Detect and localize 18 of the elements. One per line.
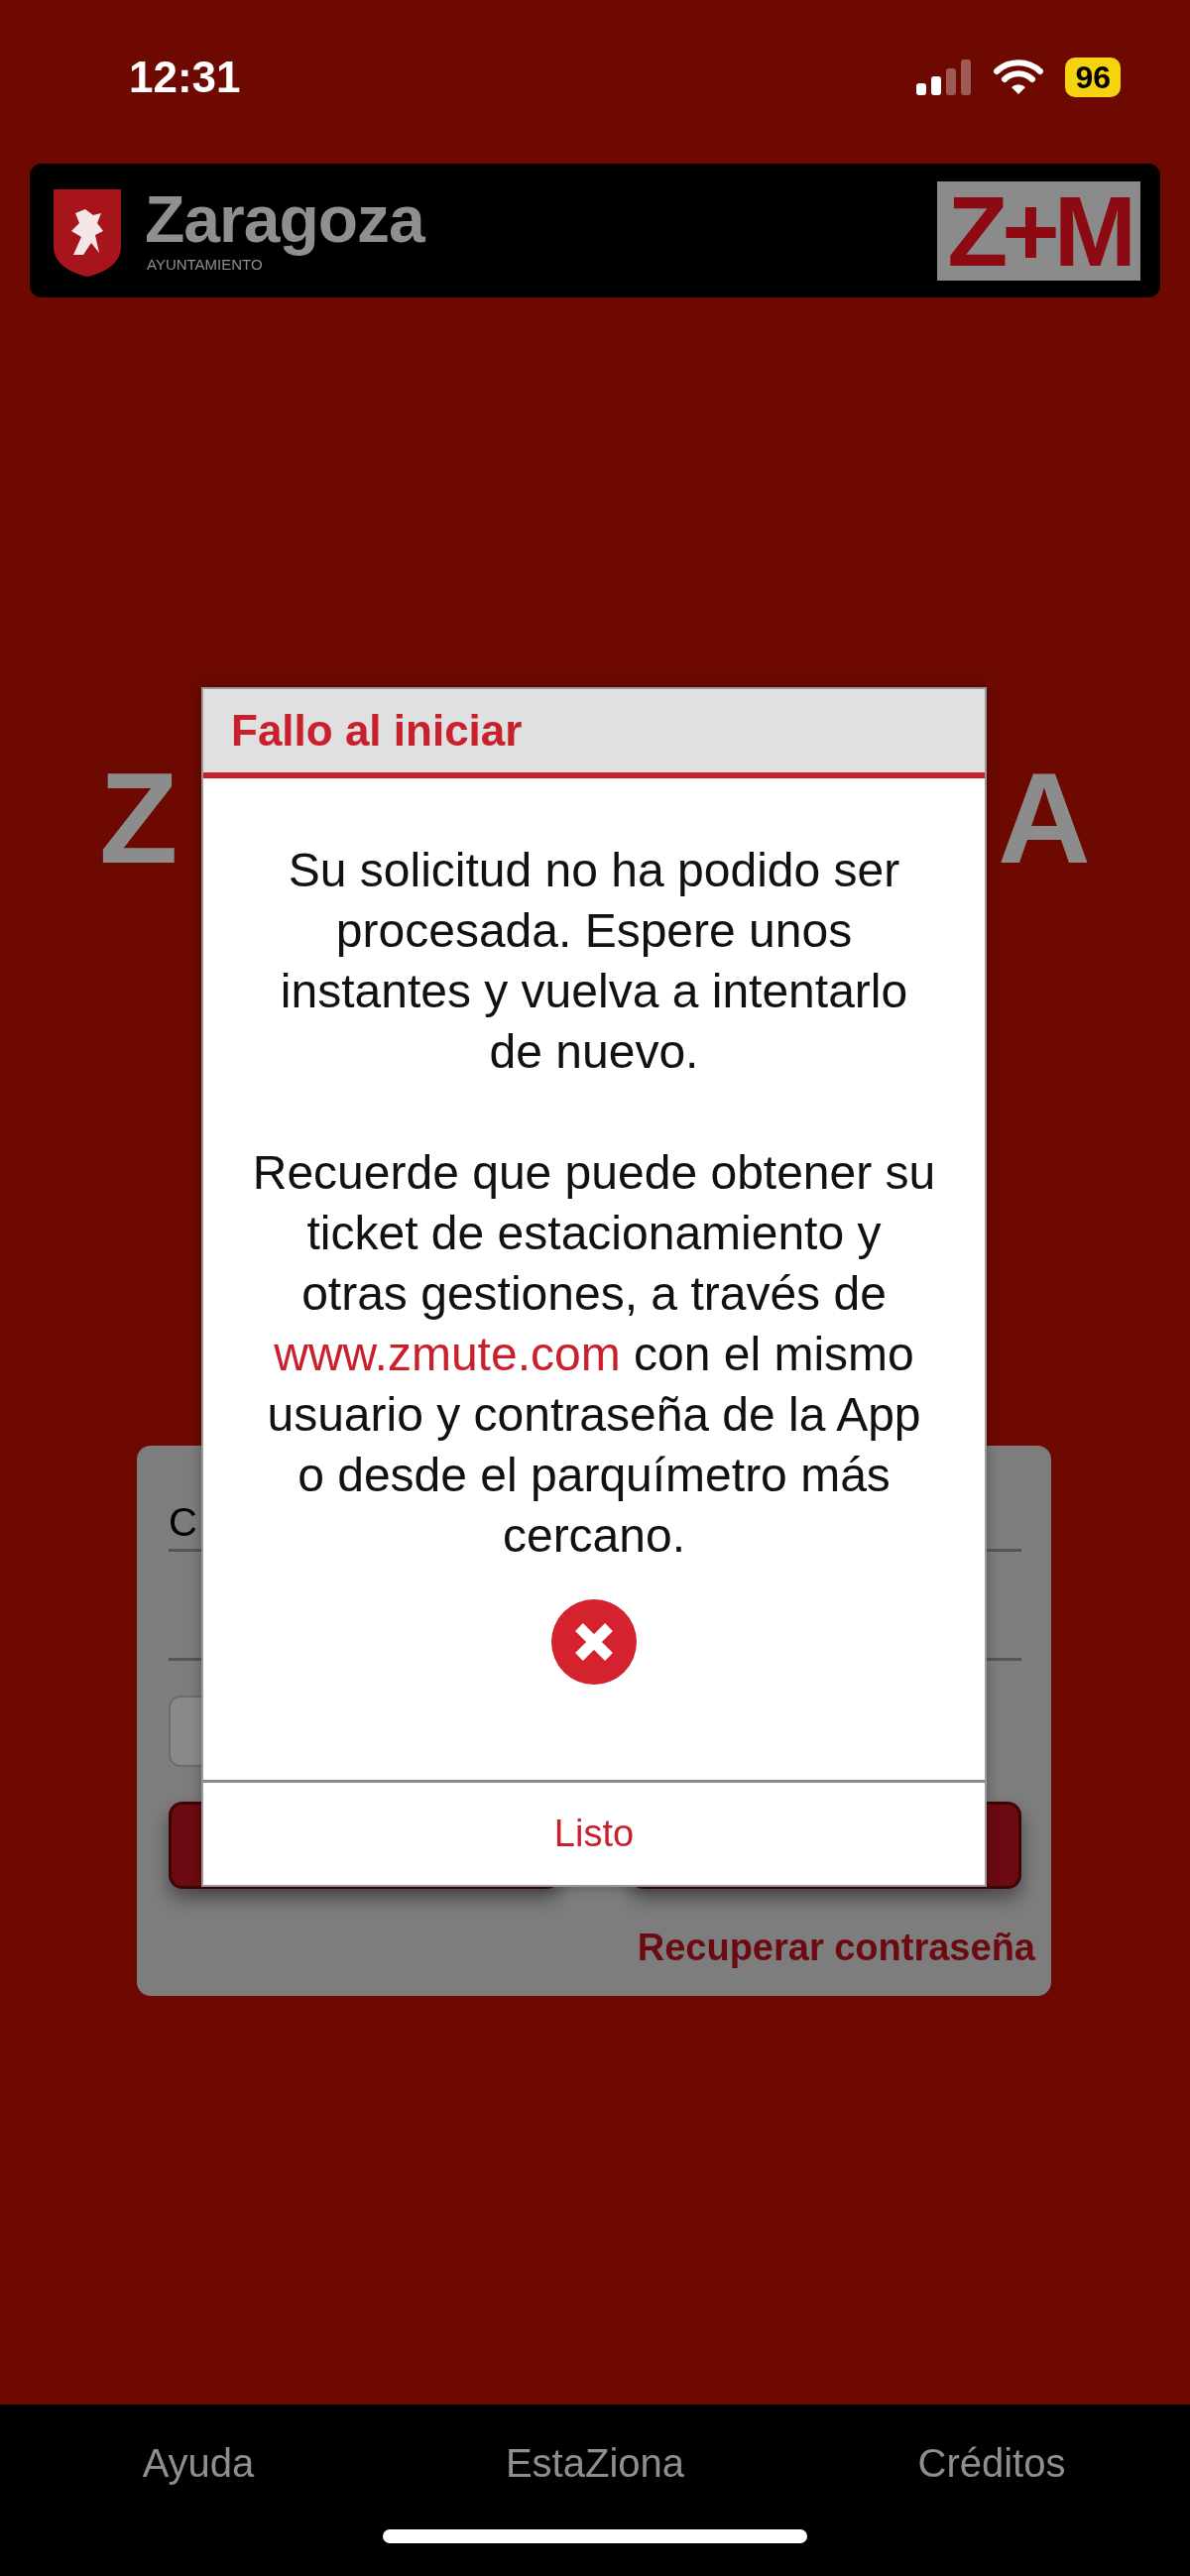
clock-time: 12:31 [129, 52, 241, 102]
tab-item[interactable]: Ayuda [0, 2440, 397, 2486]
logo-letter: A [998, 749, 1091, 887]
logo-letter: Z [99, 749, 178, 887]
tab-item[interactable]: Créditos [793, 2440, 1190, 2486]
info-message: Recuerde que puede obtener su ticket de estacionamiento y otras gestiones, a través de www.zmute.com con el mismo usuario y contraseña de la App o desde el parquímetro más cercano. [252, 1145, 936, 1564]
signal-icon [916, 59, 973, 95]
error-icon [551, 1599, 637, 1685]
city-subtitle: AYUNTAMIENTO [147, 256, 263, 273]
dialog-title: Fallo al iniciar [203, 689, 985, 778]
done-button[interactable]: Listo [203, 1780, 985, 1885]
website-link[interactable]: www.zmute.com [274, 1328, 621, 1380]
battery-level: 96 [1065, 57, 1121, 97]
tab-item[interactable]: EstaZiona [397, 2440, 793, 2486]
brand-logo: Z+M [937, 180, 1140, 281]
error-message: Su solicitud no ha podido ser procesada. Espere unos instantes y vuelva a intentarlo de nuevo. [279, 843, 909, 1080]
city-name: Zaragoza [145, 180, 424, 257]
wifi-icon [994, 58, 1044, 96]
